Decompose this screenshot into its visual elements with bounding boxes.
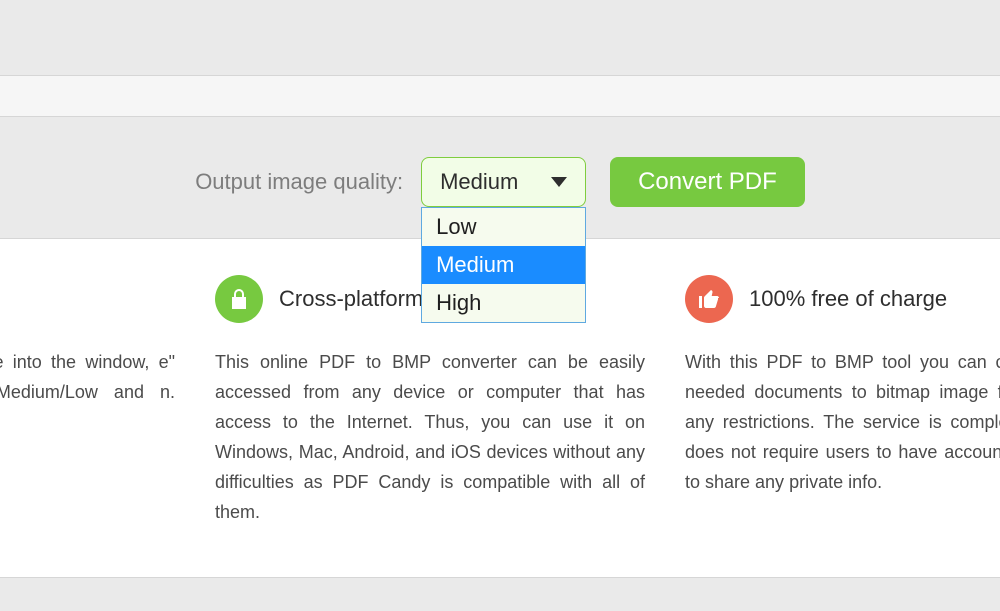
feature-title: 100% free of charge: [749, 286, 947, 312]
feature-body: convert it from PDF to the file into the…: [0, 347, 175, 437]
section-divider: [0, 577, 1000, 578]
quality-option-high[interactable]: High: [422, 284, 585, 322]
convert-button[interactable]: Convert PDF: [610, 157, 805, 207]
chevron-down-icon: [551, 177, 567, 187]
quality-selected-value: Medium: [440, 169, 518, 195]
quality-label: Output image quality:: [195, 169, 403, 195]
feature-pdf-to-bmp: PDF to BMP convert it from PDF to the fi…: [0, 275, 215, 527]
quality-dropdown-list: Low Medium High: [421, 207, 586, 323]
feature-body: This online PDF to BMP converter can be …: [215, 347, 645, 527]
settings-bar: Output image quality: Medium Low Medium …: [0, 116, 1000, 238]
feature-body: With this PDF to BMP tool you can conver…: [685, 347, 1000, 497]
quality-option-low[interactable]: Low: [422, 208, 585, 246]
quality-option-medium[interactable]: Medium: [422, 246, 585, 284]
quality-dropdown[interactable]: Medium Low Medium High: [421, 157, 586, 207]
feature-free: 100% free of charge With this PDF to BMP…: [685, 275, 1000, 527]
thumbs-up-icon: [685, 275, 733, 323]
quality-dropdown-button[interactable]: Medium: [421, 157, 586, 207]
spacer: [0, 76, 1000, 116]
lock-icon: [215, 275, 263, 323]
upload-area-fragment: [0, 0, 1000, 76]
